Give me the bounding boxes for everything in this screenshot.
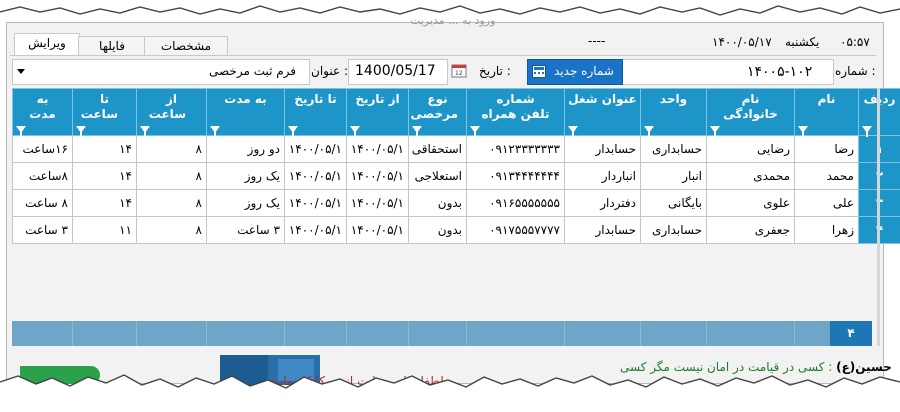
- svg-text:12: 12: [455, 70, 463, 77]
- number-label: شماره :: [835, 64, 876, 78]
- col-header-first-name[interactable]: نام: [794, 88, 859, 137]
- filter-icon[interactable]: [350, 126, 360, 137]
- tab-files[interactable]: فایلها: [78, 36, 146, 55]
- date-field-label: تاریخ :: [479, 64, 511, 78]
- torn-bottom-edge: [0, 374, 900, 412]
- vertical-scrollbar[interactable]: [877, 88, 880, 346]
- tab-strip-divider: [10, 55, 876, 56]
- status-placeholder: ----: [588, 34, 606, 48]
- filter-icon[interactable]: [862, 126, 872, 137]
- col-header-job-title[interactable]: عنوان شغل: [564, 88, 641, 137]
- filter-icon[interactable]: [470, 126, 480, 137]
- weekday-label: یکشنبه: [785, 35, 820, 49]
- calculator-icon: [532, 65, 546, 78]
- calendar-icon[interactable]: 12: [451, 62, 467, 81]
- col-header-mobile[interactable]: شماره تلفن همراه: [466, 88, 565, 137]
- record-count: ۴: [830, 321, 872, 346]
- title-field-label: عنوان :: [311, 64, 348, 78]
- title-select[interactable]: فرم ثبت مرخصی: [12, 59, 310, 85]
- faded-window-title: ورود به ... مدیریت: [410, 14, 496, 27]
- filter-icon[interactable]: [644, 126, 654, 137]
- date-value: 1400/05/17: [355, 63, 436, 79]
- filter-icon[interactable]: [210, 126, 220, 137]
- filter-icon[interactable]: [16, 126, 26, 137]
- filter-icon[interactable]: [412, 126, 422, 137]
- table-row[interactable]: ۱رضارضاییحسابداریحسابدار۰۹۱۲۳۳۳۳۳۳۳استحق…: [12, 135, 900, 163]
- col-header-unit[interactable]: واحد: [640, 88, 707, 137]
- new-number-label: شماره جدید: [554, 64, 614, 78]
- table-row[interactable]: ۴زهراجعفریحسابداریحسابدار۰۹۱۷۵۵۵۷۷۷۷بدون…: [12, 216, 900, 244]
- number-value: ۱۴۰۰۵-۱۰۲: [747, 64, 813, 80]
- filter-icon[interactable]: [288, 126, 298, 137]
- title-select-value: فرم ثبت مرخصی: [209, 64, 297, 78]
- col-header-leave-type[interactable]: نوع مرخصی: [408, 88, 467, 137]
- col-header-to-hour[interactable]: تا ساعت: [72, 88, 137, 137]
- chevron-down-icon[interactable]: [17, 69, 25, 74]
- leave-records-table: ردیف نام نام خانوادگی واحد عنوان شغل شما…: [12, 88, 900, 244]
- col-header-last-name[interactable]: نام خانوادگی: [706, 88, 795, 137]
- number-field[interactable]: ۱۴۰۰۵-۱۰۲: [622, 59, 834, 85]
- tab-details[interactable]: مشخصات: [144, 36, 228, 55]
- col-header-to-date[interactable]: تا تاریخ: [284, 88, 347, 137]
- col-header-duration-hours[interactable]: به مدت: [12, 88, 73, 137]
- date-field[interactable]: 1400/05/17: [348, 59, 448, 85]
- filter-icon[interactable]: [76, 126, 86, 137]
- tab-edit[interactable]: ویرایش: [14, 33, 80, 56]
- filter-icon[interactable]: [140, 126, 150, 137]
- table-row[interactable]: ۳علیعلویبایگانیدفتردار۰۹۱۶۵۵۵۵۵۵۵بدون۱۴۰…: [12, 189, 900, 217]
- col-header-duration-days[interactable]: به مدت: [206, 88, 285, 137]
- filter-icon[interactable]: [710, 126, 720, 137]
- table-footer-summary: [12, 321, 872, 346]
- table-empty-area: [12, 244, 872, 321]
- table-row[interactable]: ۲محمدمحمدیانبارانباردار۰۹۱۳۴۴۴۴۴۴۴استعلا…: [12, 162, 900, 190]
- filter-icon[interactable]: [798, 126, 808, 137]
- date-label: ۱۴۰۰/۰۵/۱۷: [712, 35, 772, 49]
- clock-time: ۰۵:۵۷: [840, 35, 870, 49]
- col-header-from-hour[interactable]: از ساعت: [136, 88, 207, 137]
- new-number-button[interactable]: شماره جدید: [527, 59, 623, 85]
- col-header-from-date[interactable]: از تاریخ: [346, 88, 409, 137]
- filter-icon[interactable]: [568, 126, 578, 137]
